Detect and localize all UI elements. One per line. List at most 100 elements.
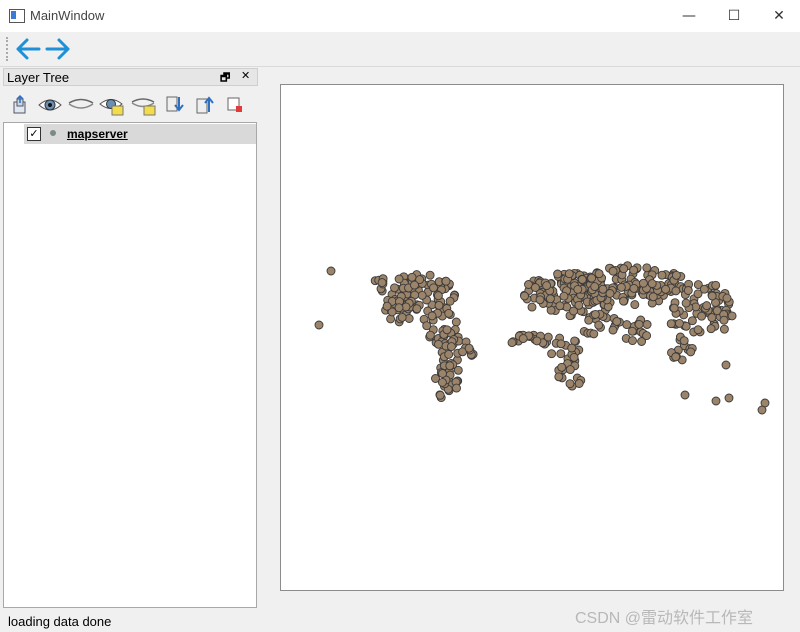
close-panel-button[interactable]: ✕ [241,69,250,82]
map-point [390,283,399,293]
float-panel-button[interactable]: 🗗 [220,69,230,88]
maximize-button[interactable]: ☐ [711,0,757,32]
map-point [693,325,703,335]
map-point [706,324,716,334]
map-point [564,269,574,279]
map-point [647,279,657,289]
map-point [397,312,407,322]
map-point [555,301,565,311]
map-point [671,270,681,280]
map-point [530,283,540,292]
map-point [693,289,703,299]
move-layer-up-button[interactable] [195,94,219,116]
map-point [507,338,517,348]
toolbar-grip[interactable] [6,37,10,61]
map-point [669,303,679,313]
map-point [553,269,563,279]
map-point [394,274,404,284]
remove-layer-icon [227,97,242,112]
layer-tree[interactable]: ✓ mapserver [3,122,257,608]
forward-button[interactable] [44,35,72,63]
map-point [407,272,417,282]
map-point [608,325,618,335]
map-point [377,278,387,288]
add-layer-icon [13,94,26,114]
watermark: CSDN @雷动软件工作室 [575,610,754,627]
map-point [437,377,447,387]
hide-all-button[interactable] [131,94,156,116]
show-layer-icon [38,99,62,111]
map-point [711,396,721,406]
map-point [434,300,444,310]
move-down-icon [166,96,184,112]
map-point [711,280,721,290]
map-point [619,264,629,274]
map-point [594,320,604,330]
map-point [642,331,652,341]
back-button[interactable] [14,35,42,63]
show-layer-button[interactable] [37,94,62,116]
map-point [642,263,652,273]
map-point [567,343,577,353]
map-point [438,369,447,378]
map-point [681,298,691,308]
map-point [412,304,422,314]
map-point [727,311,737,321]
map-point [444,349,454,359]
map-point [565,365,575,375]
map-point [441,276,451,286]
map-point [589,329,599,339]
map-point [417,290,427,300]
map-point [628,336,637,346]
map-point [642,320,652,329]
map-point [314,320,324,330]
map-point [394,303,404,313]
remove-layer-button[interactable] [225,94,249,116]
map-point [598,284,608,294]
hide-layer-button[interactable] [67,94,94,116]
map-point [634,319,644,329]
show-all-button[interactable] [99,94,124,116]
map-point [671,352,681,362]
map-point [442,325,452,335]
map-point [707,291,717,301]
add-layer-button[interactable] [9,94,33,116]
layer-toolbar [3,90,258,118]
map-point [594,269,604,279]
map-point [451,317,461,327]
map-point [535,295,545,305]
map-point [666,319,676,329]
app-icon [9,9,25,23]
map-point [574,379,584,388]
map-point [616,282,626,292]
close-button[interactable]: ✕ [756,0,800,32]
move-up-icon [196,96,214,114]
layer-name[interactable]: mapserver [67,127,128,141]
map-point [680,390,690,400]
layer-visibility-checkbox[interactable]: ✓ [27,127,41,141]
map-point [326,266,336,276]
map-point [569,352,579,362]
map-point [722,293,732,303]
map-point [590,309,600,319]
map-point [627,326,637,336]
map-point [543,332,553,342]
move-layer-down-button[interactable] [165,94,189,116]
map-point [683,286,693,295]
map-canvas[interactable] [280,84,784,591]
map-point [674,318,684,328]
map-point [446,342,456,352]
map-point [445,296,455,306]
layer-row[interactable]: ✓ mapserver [24,124,256,144]
map-point [724,393,734,403]
map-point [435,390,445,400]
map-point [520,291,529,301]
map-point [573,284,583,294]
minimize-button[interactable]: — [666,0,712,32]
map-point [630,300,640,310]
hide-all-icon [131,98,156,116]
map-point [605,289,615,298]
status-message: loading data done [8,614,112,629]
map-point [452,383,461,393]
map-point [612,317,622,326]
